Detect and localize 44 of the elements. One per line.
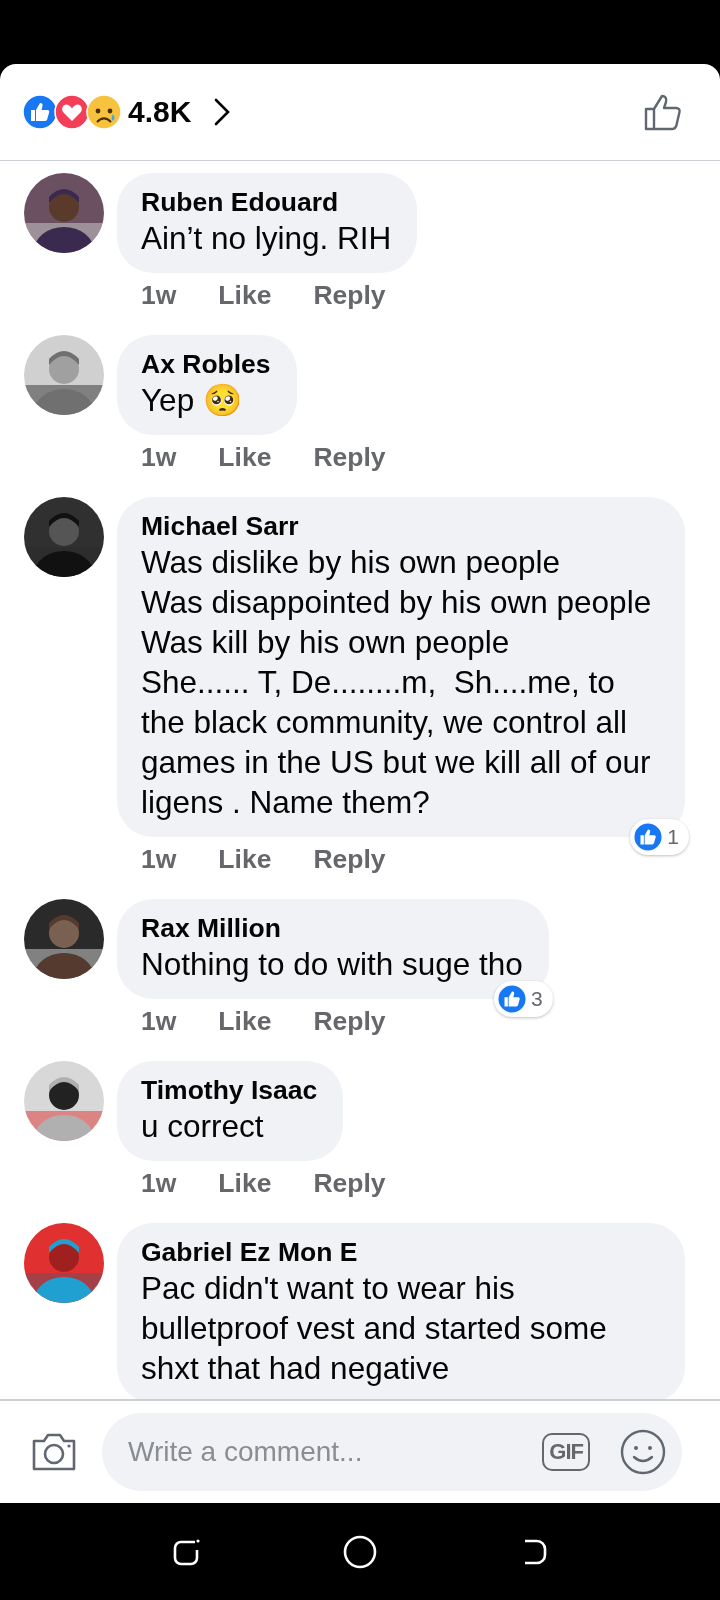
comment-author[interactable]: Michael Sarr <box>141 510 659 542</box>
comment-author[interactable]: Timothy Isaac <box>141 1074 318 1106</box>
reply-link[interactable]: Reply <box>313 1006 386 1036</box>
comment-text: u correct <box>141 1107 265 1146</box>
comment-text: Yep 🥺 <box>141 381 243 420</box>
reply-link[interactable]: Reply <box>313 1168 386 1198</box>
comment-author[interactable]: Gabriel Ez Mon E <box>141 1236 659 1268</box>
reaction-badge[interactable]: 1 <box>630 819 689 855</box>
reaction-badge-count: 3 <box>531 987 543 1011</box>
heart-reaction-icon <box>54 94 90 130</box>
like-link[interactable]: Like <box>218 1006 272 1036</box>
comment-time: 1w <box>141 280 177 310</box>
like-link[interactable]: Like <box>218 844 272 874</box>
reply-link[interactable]: Reply <box>313 442 386 472</box>
like-reaction-icon <box>22 94 58 130</box>
sad-face-icon <box>86 94 122 130</box>
thumbs-up-icon[interactable] <box>644 92 684 132</box>
like-icon <box>633 822 664 852</box>
smiley-icon[interactable] <box>620 1429 666 1475</box>
like-link[interactable]: Like <box>218 280 272 310</box>
comment-time: 1w <box>141 844 177 874</box>
reaction-badge[interactable]: 3 <box>494 981 553 1017</box>
comment-text: Was dislike by his own people Was disappointed by his own people Was kill by his own people She...... T, De........m, Sh....me, to the black community, we control all games in the US but we kill all of our ligens . Name them? <box>141 543 653 822</box>
comment-author[interactable]: Rax Million <box>141 912 523 944</box>
gif-button[interactable]: GIF <box>542 1433 590 1471</box>
comment-time: 1w <box>141 1006 177 1036</box>
comment-time: 1w <box>141 1168 177 1198</box>
comment-text: Nothing to do with suge tho <box>141 945 523 984</box>
comment-input[interactable]: Write a comment... GIF <box>102 1413 682 1491</box>
comment-text: Ain’t no lying. RIH <box>141 219 392 258</box>
like-link[interactable]: Like <box>218 442 272 472</box>
like-link[interactable]: Like <box>218 1168 272 1198</box>
comment-author[interactable]: Ruben Edouard <box>141 186 392 218</box>
comment-text: Pac didn't want to wear his bulletproof vest and started some shxt that had negative <box>141 1269 608 1388</box>
reply-link[interactable]: Reply <box>313 280 386 310</box>
reaction-count[interactable]: 4.8K <box>128 95 192 129</box>
home-icon[interactable] <box>343 1534 377 1569</box>
comment-time: 1w <box>141 442 177 472</box>
reaction-badge-count: 1 <box>667 825 679 849</box>
chevron-right-icon[interactable] <box>213 97 232 127</box>
comment-author[interactable]: Ax Robles <box>141 348 271 380</box>
camera-icon[interactable] <box>30 1431 78 1473</box>
reply-link[interactable]: Reply <box>313 844 386 874</box>
like-icon <box>497 984 528 1014</box>
